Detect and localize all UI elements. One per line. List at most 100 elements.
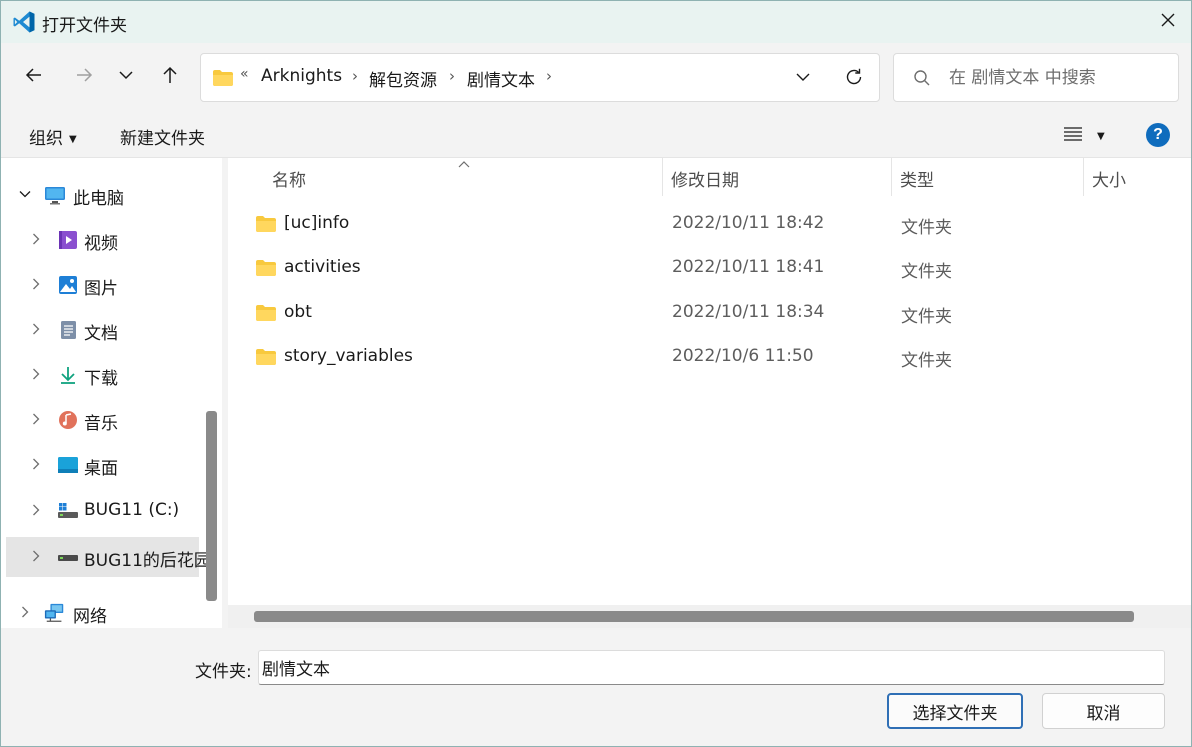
list-view-icon (1063, 125, 1083, 148)
breadcrumb-overflow[interactable]: « (240, 66, 249, 82)
column-header-label: 大小 (1092, 171, 1126, 191)
desktop-icon (57, 454, 79, 476)
file-date: 2022/10/11 18:34 (672, 302, 825, 322)
network-icon (44, 602, 66, 624)
window-title: 打开文件夹 (42, 16, 127, 36)
breadcrumb-separator[interactable]: › (352, 67, 358, 85)
tree-item-this-pc[interactable]: 此电脑 (1, 175, 201, 215)
address-bar[interactable]: « Arknights › 解包资源 › 剧情文本 › (200, 53, 880, 102)
breadcrumb-unpacked[interactable]: 解包资源 (369, 66, 437, 91)
chevron-down-icon (118, 67, 134, 88)
search-icon (913, 69, 931, 92)
file-date: 2022/10/11 18:41 (672, 257, 825, 277)
file-date: 2022/10/11 18:42 (672, 213, 825, 233)
help-button[interactable]: ? (1146, 123, 1170, 147)
tree-label: BUG11 (C:) (84, 500, 180, 520)
view-options-button[interactable]: ▼ (1063, 123, 1111, 149)
address-dropdown-button[interactable] (791, 67, 815, 91)
file-type: 文件夹 (901, 262, 952, 282)
chevron-down-icon[interactable] (17, 186, 33, 202)
folder-name-input[interactable] (258, 650, 1165, 685)
tree-item-network[interactable]: 网络 (1, 593, 201, 628)
search-box[interactable] (893, 53, 1179, 102)
tree-label: 此电脑 (73, 189, 124, 209)
scrollbar-thumb[interactable] (254, 611, 1134, 622)
tree-label: 文档 (84, 324, 118, 344)
chevron-right-icon[interactable] (17, 604, 33, 620)
tree-label: 下载 (84, 369, 118, 389)
chevron-right-icon[interactable] (28, 321, 44, 337)
pc-icon (44, 184, 66, 206)
tree-item-desktop[interactable]: 桌面 (1, 445, 201, 485)
folder-icon (212, 69, 234, 92)
new-folder-button[interactable]: 新建文件夹 (120, 124, 205, 149)
file-type: 文件夹 (901, 351, 952, 371)
organize-menu[interactable]: 组织 ▼ (29, 124, 77, 149)
file-name: activities (284, 257, 361, 277)
file-row[interactable]: [uc]info 2022/10/11 18:42 文件夹 (248, 202, 1178, 246)
tree-item-documents[interactable]: 文档 (1, 310, 201, 350)
pictures-icon (57, 274, 79, 296)
navigation-pane: 此电脑 视频 图片 文档 下载 音乐 桌面 BUG11 (C:) BUG11的后… (1, 158, 221, 628)
breadcrumb-story-text[interactable]: 剧情文本 (467, 66, 535, 91)
horizontal-scrollbar[interactable] (228, 605, 1191, 628)
network-drive-icon (57, 546, 79, 568)
chevron-down-icon (795, 69, 811, 90)
chevron-right-icon[interactable] (28, 411, 44, 427)
chevron-right-icon[interactable] (28, 231, 44, 247)
tree-label: 网络 (73, 607, 107, 627)
column-header-label: 名称 (272, 171, 306, 191)
refresh-icon (844, 67, 864, 92)
tree-label: 视频 (84, 234, 118, 254)
tree-label: 图片 (84, 279, 118, 299)
recent-locations-button[interactable] (110, 61, 142, 93)
tree-label: 桌面 (84, 459, 118, 479)
chevron-right-icon[interactable] (28, 276, 44, 292)
search-input[interactable] (949, 66, 1169, 90)
column-header-date[interactable]: 修改日期 (663, 158, 891, 196)
forward-arrow-icon (74, 65, 94, 90)
file-row[interactable]: story_variables 2022/10/6 11:50 文件夹 (248, 335, 1178, 379)
tree-item-downloads[interactable]: 下载 (1, 355, 201, 395)
tree-item-music[interactable]: 音乐 (1, 400, 201, 440)
column-header-size[interactable]: 大小 (1084, 158, 1191, 196)
tree-item-drive-c[interactable]: BUG11 (C:) (1, 491, 201, 531)
file-row[interactable]: activities 2022/10/11 18:41 文件夹 (248, 246, 1178, 290)
chevron-right-icon[interactable] (28, 548, 44, 564)
up-button[interactable] (154, 61, 186, 93)
tree-item-videos[interactable]: 视频 (1, 220, 201, 260)
back-button[interactable] (18, 61, 50, 93)
file-date: 2022/10/6 11:50 (672, 346, 814, 366)
caret-down-icon: ▼ (1097, 130, 1105, 142)
chevron-right-icon[interactable] (28, 366, 44, 382)
forward-button[interactable] (68, 61, 100, 93)
tree-label: 音乐 (84, 414, 118, 434)
folder-icon (255, 215, 277, 238)
organize-label: 组织 (29, 129, 63, 149)
download-icon (57, 364, 79, 386)
breadcrumb-arknights[interactable]: Arknights (261, 66, 342, 86)
navpane-scrollbar[interactable] (206, 411, 217, 601)
chevron-right-icon[interactable] (28, 502, 44, 518)
select-folder-button[interactable]: 选择文件夹 (887, 693, 1023, 729)
file-type: 文件夹 (901, 307, 952, 327)
tree-item-network-drive[interactable]: BUG11的后花园 (6, 537, 211, 577)
back-arrow-icon (24, 65, 44, 90)
file-type: 文件夹 (901, 218, 952, 238)
column-header-type[interactable]: 类型 (892, 158, 1083, 196)
file-name: [uc]info (284, 213, 350, 233)
file-name: obt (284, 302, 312, 322)
drive-c-icon (57, 500, 79, 522)
tree-item-pictures[interactable]: 图片 (1, 265, 201, 305)
folder-icon (255, 348, 277, 371)
refresh-button[interactable] (841, 66, 867, 92)
file-list: 名称 修改日期 类型 大小 [uc]info 2022/10/11 18:42 … (228, 158, 1191, 628)
breadcrumb-separator[interactable]: › (546, 67, 552, 85)
file-row[interactable]: obt 2022/10/11 18:34 文件夹 (248, 291, 1178, 335)
breadcrumb-separator[interactable]: › (449, 67, 455, 85)
documents-icon (57, 319, 79, 341)
cancel-button[interactable]: 取消 (1042, 693, 1165, 729)
chevron-right-icon[interactable] (28, 456, 44, 472)
close-button[interactable] (1145, 1, 1191, 43)
navigation-bar: « Arknights › 解包资源 › 剧情文本 › (1, 43, 1191, 113)
